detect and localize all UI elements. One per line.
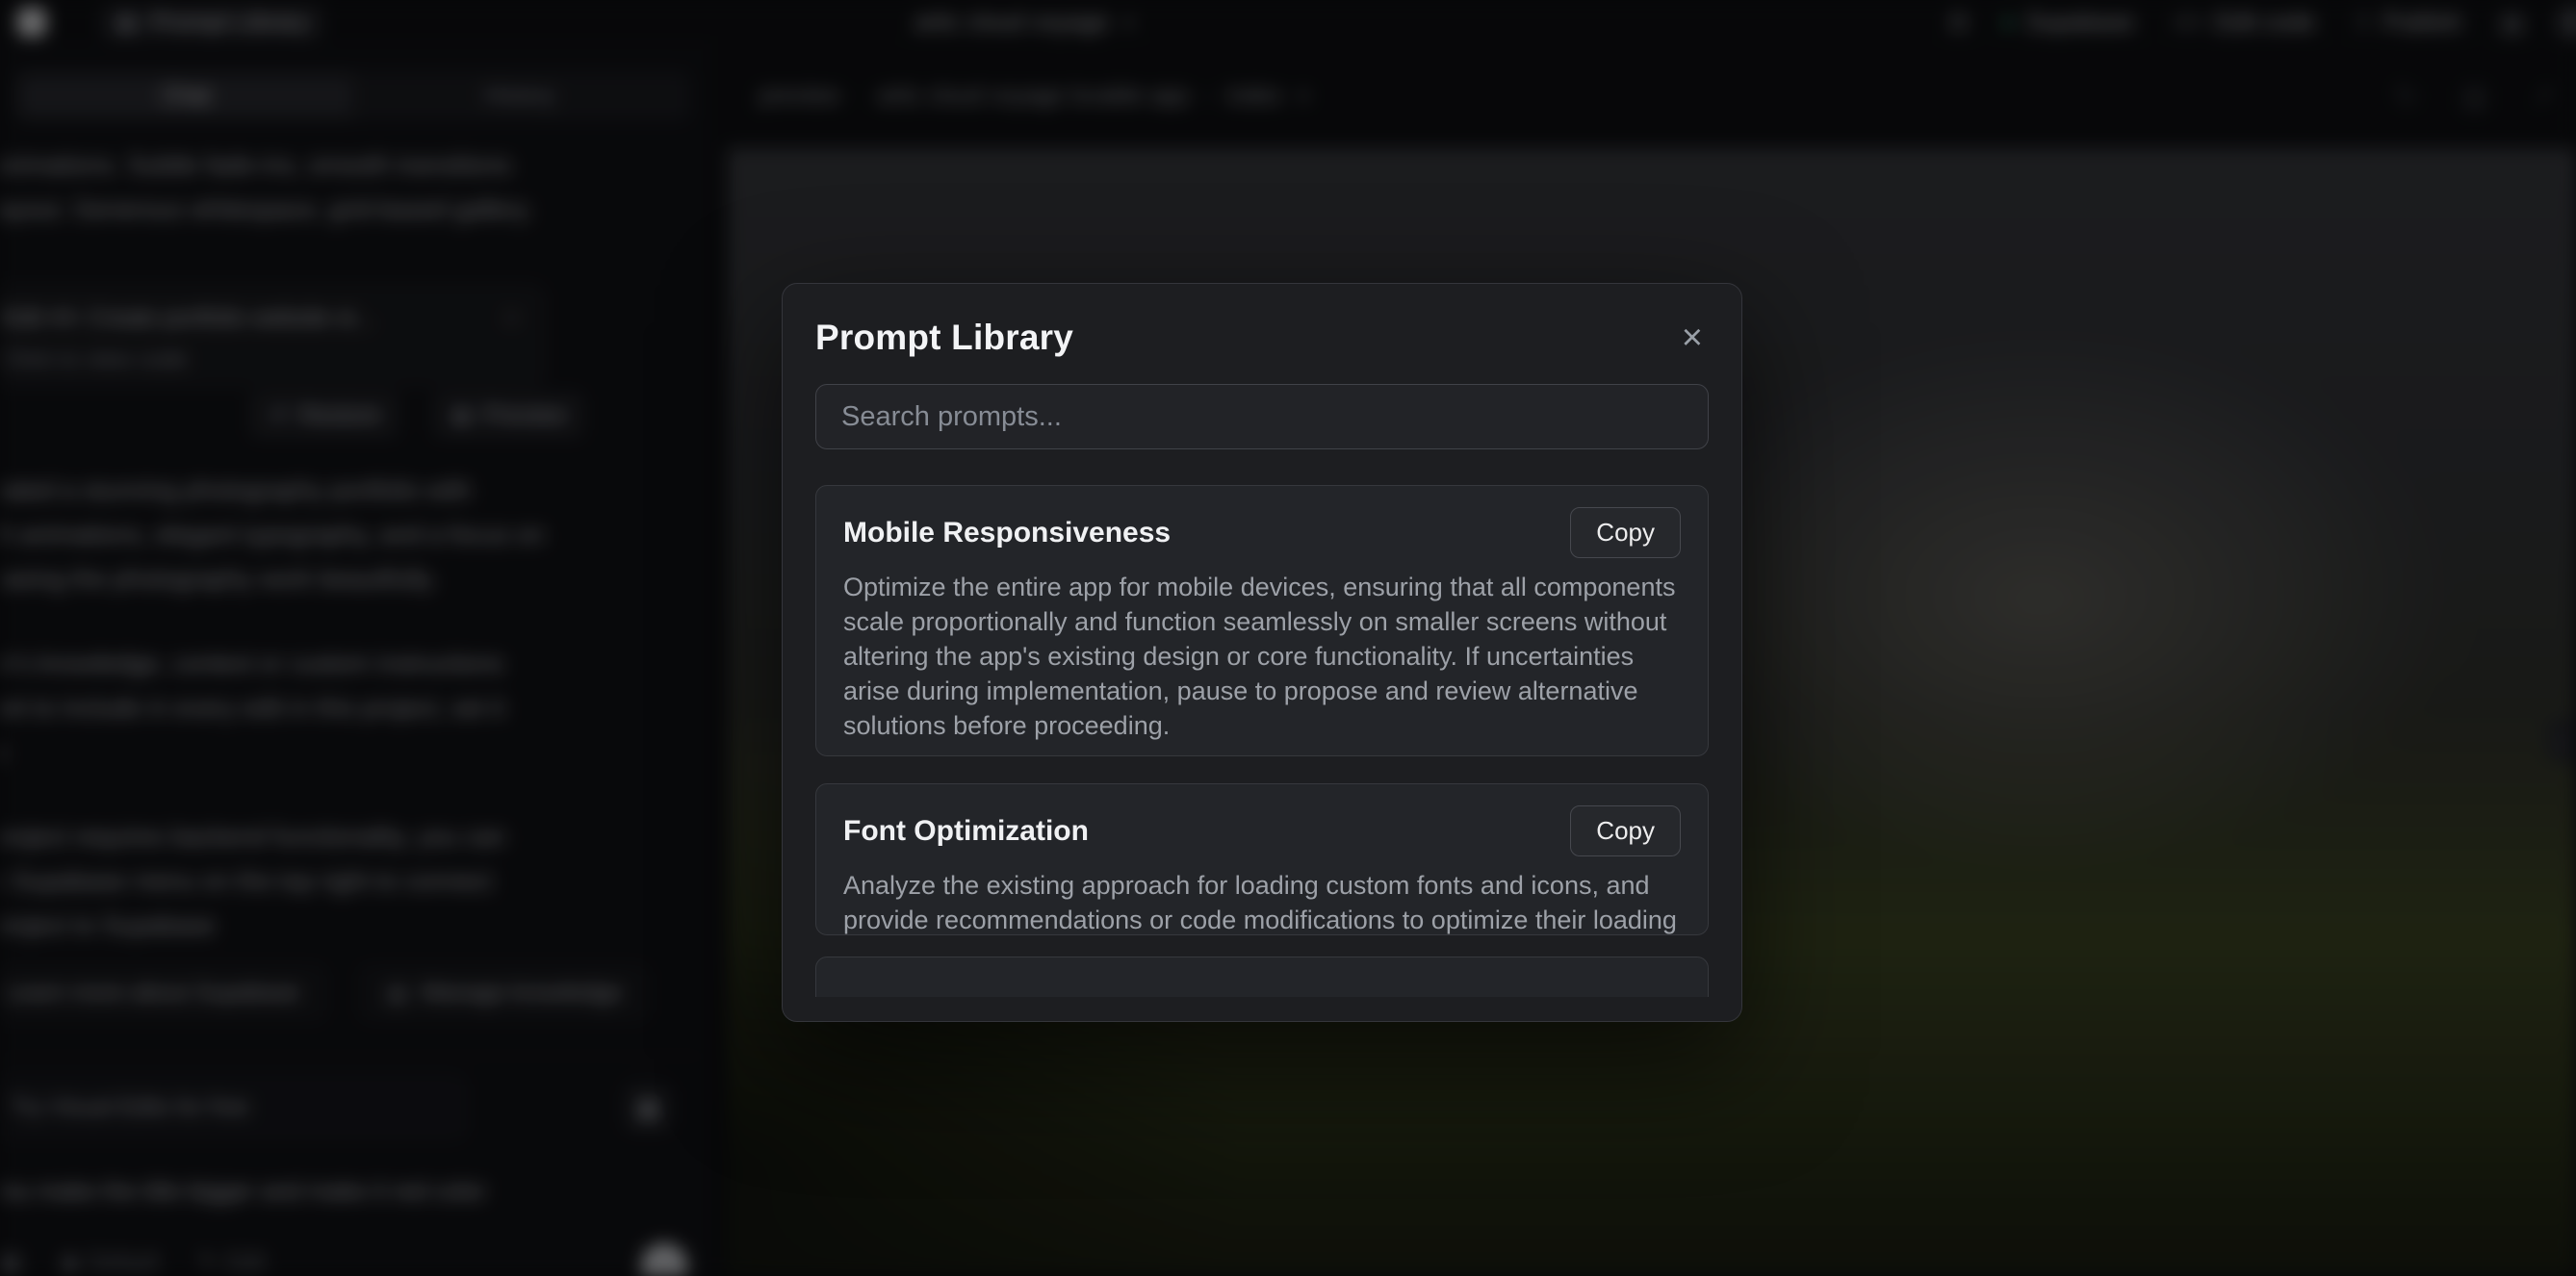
copy-button[interactable]: Copy xyxy=(1570,805,1681,856)
prompt-card-partial xyxy=(815,957,1709,997)
prompt-card-body: Analyze the existing approach for loadin… xyxy=(843,868,1681,935)
copy-button[interactable]: Copy xyxy=(1570,507,1681,558)
screen: ▦ Prompt Library artic cloud voyage ▾ ⚙ … xyxy=(0,0,2576,1276)
modal-title: Prompt Library xyxy=(815,318,1073,358)
search-input[interactable] xyxy=(815,384,1709,449)
prompt-card-list: Mobile Responsiveness Copy Optimize the … xyxy=(815,485,1709,997)
prompt-library-modal: Prompt Library × Mobile Responsiveness C… xyxy=(782,283,1742,1022)
prompt-card: Mobile Responsiveness Copy Optimize the … xyxy=(815,485,1709,756)
prompt-card-body: Optimize the entire app for mobile devic… xyxy=(843,570,1681,743)
prompt-card-title: Font Optimization xyxy=(843,815,1089,848)
close-icon[interactable]: × xyxy=(1676,319,1709,356)
prompt-card: Font Optimization Copy Analyze the exist… xyxy=(815,783,1709,935)
prompt-card-title: Mobile Responsiveness xyxy=(843,517,1171,549)
